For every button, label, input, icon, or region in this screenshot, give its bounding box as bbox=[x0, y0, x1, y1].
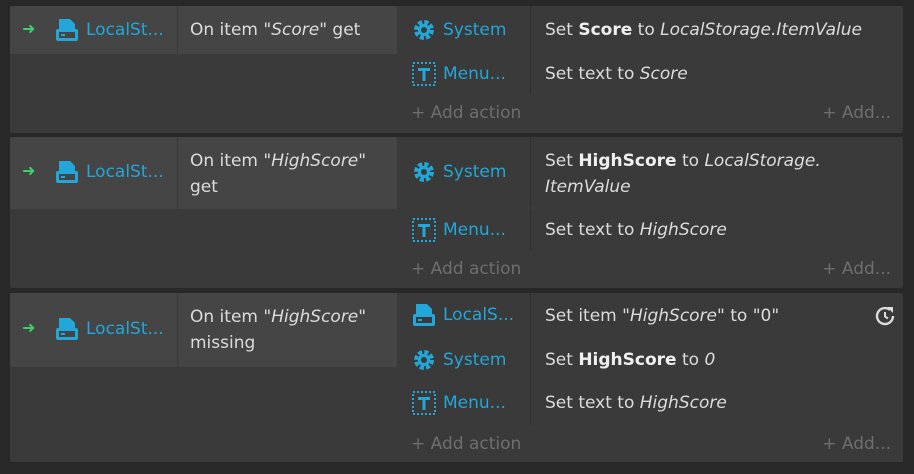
condition-object[interactable]: ➜ LocalSt... bbox=[10, 137, 178, 209]
localstorage-icon bbox=[56, 161, 78, 183]
action-area[interactable]: LocalS... Set item "HighScore" to "0" Sy… bbox=[397, 293, 903, 462]
action-object-name[interactable]: Menu... bbox=[443, 64, 506, 84]
localstorage-icon bbox=[413, 304, 435, 326]
text-object-icon bbox=[412, 62, 436, 86]
action-text[interactable]: Set text to HighScore bbox=[545, 217, 863, 243]
action-row[interactable]: System Set HighScore to LocalStorage. Ite… bbox=[397, 137, 903, 207]
action-object-name[interactable]: System bbox=[443, 20, 506, 40]
text-object-icon bbox=[412, 218, 436, 242]
gear-icon bbox=[414, 20, 434, 40]
trigger-arrow-icon: ➜ bbox=[22, 318, 36, 337]
action-row[interactable]: Menu... Set text to HighScore bbox=[397, 383, 903, 425]
action-object[interactable]: Menu... bbox=[397, 209, 531, 251]
condition-area[interactable]: ➜ LocalSt... On item "HighScore" missing bbox=[10, 293, 397, 462]
add-more-button[interactable]: + Add... bbox=[822, 434, 891, 454]
condition-row[interactable]: ➜ LocalSt... On item "HighScore" missing bbox=[10, 293, 397, 367]
action-row[interactable]: Menu... Set text to HighScore bbox=[397, 209, 903, 251]
action-object[interactable]: Menu... bbox=[397, 52, 531, 94]
condition-object-name[interactable]: LocalSt... bbox=[86, 20, 164, 40]
action-area[interactable]: System Set Score to LocalStorage.ItemVal… bbox=[397, 6, 903, 133]
action-object-name[interactable]: System bbox=[443, 162, 506, 182]
condition-row[interactable]: ➜ LocalSt... On item "Score" get bbox=[10, 6, 397, 54]
action-row[interactable]: System Set HighScore to 0 bbox=[397, 339, 903, 383]
condition-object[interactable]: ➜ LocalSt... bbox=[10, 6, 178, 54]
condition-text[interactable]: On item "Score" get bbox=[178, 6, 397, 54]
condition-object[interactable]: ➜ LocalSt... bbox=[10, 293, 178, 367]
condition-text[interactable]: On item "HighScore" missing bbox=[178, 293, 397, 367]
event-block[interactable]: ➜ LocalSt... On item "HighScore" get Sys… bbox=[10, 137, 903, 288]
action-text[interactable]: Set HighScore to 0 bbox=[545, 347, 863, 373]
action-object[interactable]: Menu... bbox=[397, 383, 531, 425]
condition-area[interactable]: ➜ LocalSt... On item "Score" get bbox=[10, 6, 397, 133]
action-text[interactable]: Set text to Score bbox=[545, 61, 863, 87]
trigger-arrow-icon: ➜ bbox=[22, 19, 36, 38]
gear-icon bbox=[414, 350, 434, 370]
action-object[interactable]: LocalS... bbox=[397, 293, 531, 339]
text-object-icon bbox=[412, 391, 436, 415]
condition-text[interactable]: On item "HighScore" get bbox=[178, 137, 397, 209]
condition-object-name[interactable]: LocalSt... bbox=[86, 162, 164, 182]
action-text[interactable]: Set text to HighScore bbox=[545, 390, 863, 416]
action-text[interactable]: Set Score to LocalStorage.ItemValue bbox=[545, 17, 863, 43]
action-object[interactable]: System bbox=[397, 339, 531, 383]
add-more-button[interactable]: + Add... bbox=[822, 259, 891, 279]
action-object[interactable]: System bbox=[397, 6, 531, 52]
action-object[interactable]: System bbox=[397, 137, 531, 207]
condition-object-name[interactable]: LocalSt... bbox=[86, 319, 164, 339]
action-object-name[interactable]: System bbox=[443, 350, 506, 370]
add-action-button[interactable]: + Add action bbox=[411, 103, 521, 123]
action-object-name[interactable]: Menu... bbox=[443, 220, 506, 240]
event-block[interactable]: ➜ LocalSt... On item "HighScore"missing bbox=[10, 293, 903, 462]
add-more-button[interactable]: + Add... bbox=[822, 103, 891, 123]
localstorage-icon bbox=[56, 19, 78, 41]
add-action-button[interactable]: + Add action bbox=[411, 434, 521, 454]
action-row[interactable]: Menu... Set text to Score bbox=[397, 52, 903, 94]
action-object-name[interactable]: LocalS... bbox=[443, 305, 514, 325]
event-block[interactable]: ➜ LocalSt... On item "Score" get System … bbox=[10, 6, 903, 133]
condition-area[interactable]: ➜ LocalSt... On item "HighScore" get bbox=[10, 137, 397, 288]
action-text[interactable]: Set item "HighScore" to "0" bbox=[545, 303, 863, 329]
action-text[interactable]: Set HighScore to LocalStorage. ItemValue bbox=[545, 148, 863, 200]
refresh-icon[interactable] bbox=[873, 304, 897, 328]
action-row[interactable]: LocalS... Set item "HighScore" to "0" bbox=[397, 293, 903, 339]
localstorage-icon bbox=[56, 318, 78, 340]
action-object-name[interactable]: Menu... bbox=[443, 393, 506, 413]
action-row[interactable]: System Set Score to LocalStorage.ItemVal… bbox=[397, 6, 903, 52]
action-area[interactable]: System Set HighScore to LocalStorage. Ite… bbox=[397, 137, 903, 288]
gear-icon bbox=[414, 162, 434, 182]
trigger-arrow-icon: ➜ bbox=[22, 161, 36, 180]
add-action-button[interactable]: + Add action bbox=[411, 259, 521, 279]
condition-row[interactable]: ➜ LocalSt... On item "HighScore" get bbox=[10, 137, 397, 209]
